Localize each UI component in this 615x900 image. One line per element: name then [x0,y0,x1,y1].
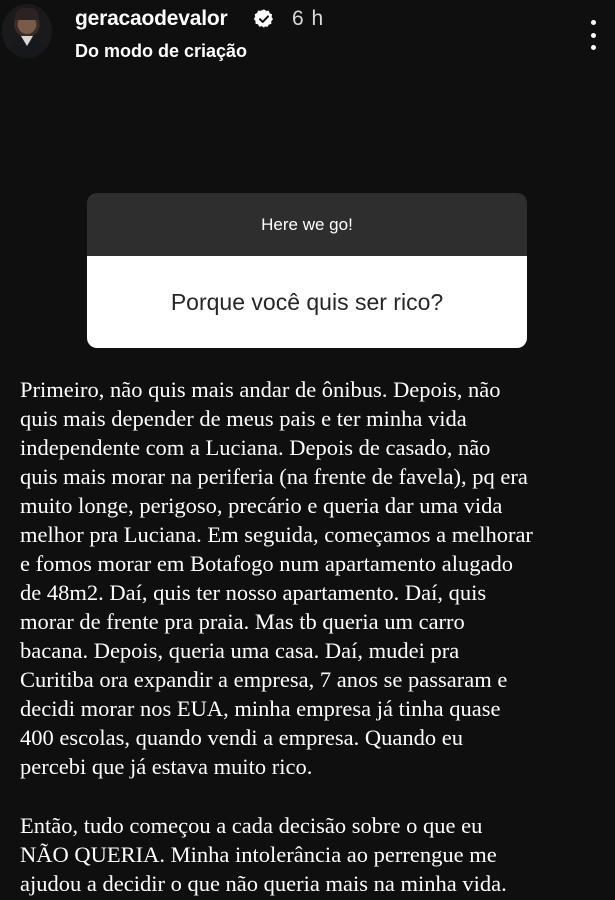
answer-line: NÃO QUERIA. Minha intolerância ao perren… [20,842,497,867]
story-subtitle: Do modo de criação [75,41,248,61]
more-options-icon[interactable] [585,20,601,50]
answer-line: independente com a Luciana. Depois de ca… [20,435,491,460]
answer-line: Curitiba ora expandir a empresa, 7 anos … [20,667,508,692]
answer-line: de 48m2. Daí, quis ter nosso apartamento… [20,580,487,605]
question-text: Porque você quis ser rico? [87,256,527,348]
answer-text: Primeiro, não quis mais andar de ônibus.… [20,375,610,898]
answer-line: muito longe, perigoso, precário e queria… [20,493,503,518]
answer-line: morar de frente pra praia. Mas tb queria… [20,609,465,634]
answer-line: 400 escolas, quando vendi a empresa. Qua… [20,725,463,750]
story-header: geracaodevalor 6 h Do modo de criação [0,0,615,70]
post-time: 6 h [292,7,325,30]
answer-line: quis mais depender de meus pais e ter mi… [20,406,467,431]
story-screen: geracaodevalor 6 h Do modo de criação He… [0,0,615,900]
answer-line: bacana. Depois, queria uma casa. Daí, mu… [20,638,460,663]
question-prompt: Here we go! [87,193,527,256]
answer-line: Primeiro, não quis mais andar de ônibus.… [20,377,501,402]
answer-line: percebi que já estava muito rico. [20,754,313,779]
answer-line: melhor pra Luciana. Em seguida, começamo… [20,522,533,547]
answer-line: e fomos morar em Botafogo num apartament… [20,551,513,576]
question-sticker[interactable]: Here we go! Porque você quis ser rico? [87,193,527,348]
verified-badge-icon [253,9,273,28]
answer-line: Então, tudo começou a cada decisão sobre… [20,813,483,838]
answer-line: ajudou a decidir o que não queria mais n… [20,871,507,896]
answer-line: decidi morar nos EUA, minha empresa já t… [20,696,501,721]
username[interactable]: geracaodevalor [75,7,228,31]
answer-line: quis mais morar na periferia (na frente … [20,464,528,489]
avatar[interactable] [2,4,52,58]
